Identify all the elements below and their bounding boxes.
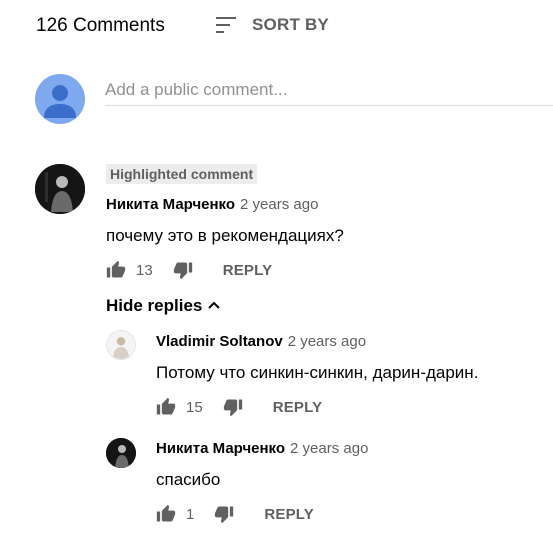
dislike-icon[interactable] bbox=[214, 504, 234, 524]
avatar[interactable] bbox=[35, 164, 85, 214]
reply-button[interactable]: REPLY bbox=[273, 399, 323, 416]
reply-meta: Vladimir Soltanov 2 years ago bbox=[156, 333, 366, 350]
reply-meta: Никита Марченко 2 years ago bbox=[156, 440, 368, 457]
dislike-icon[interactable] bbox=[173, 260, 193, 280]
reply-button[interactable]: REPLY bbox=[223, 262, 273, 279]
avatar[interactable] bbox=[106, 330, 136, 360]
comment-author[interactable]: Никита Марченко bbox=[106, 196, 235, 213]
user-silhouette-icon bbox=[44, 85, 76, 118]
reply-text: спасибо bbox=[156, 470, 221, 489]
dislike-icon[interactable] bbox=[223, 397, 243, 417]
add-comment-input[interactable] bbox=[105, 75, 553, 106]
comment-count: 126 Comments bbox=[36, 15, 165, 36]
like-icon[interactable] bbox=[156, 504, 176, 524]
reply-time[interactable]: 2 years ago bbox=[290, 440, 368, 457]
highlighted-comment-badge: Highlighted comment bbox=[106, 164, 258, 184]
hide-replies-button[interactable]: Hide replies bbox=[106, 296, 221, 316]
like-count: 15 bbox=[186, 398, 203, 416]
comment-meta: Никита Марченко 2 years ago bbox=[106, 196, 318, 213]
like-count: 13 bbox=[136, 261, 153, 279]
avatar[interactable] bbox=[106, 438, 136, 468]
chevron-up-icon bbox=[207, 299, 221, 313]
reply-button[interactable]: REPLY bbox=[264, 506, 314, 523]
sort-icon bbox=[214, 13, 238, 37]
like-count: 1 bbox=[186, 505, 195, 523]
reply-actions: 15 REPLY bbox=[156, 397, 322, 417]
sort-by-label: SORT BY bbox=[252, 15, 329, 34]
like-icon[interactable] bbox=[156, 397, 176, 417]
comment-time[interactable]: 2 years ago bbox=[240, 196, 318, 213]
avatar-photo-icon bbox=[106, 438, 136, 468]
comment-actions: 13 REPLY bbox=[106, 260, 272, 280]
like-icon[interactable] bbox=[106, 260, 126, 280]
reply-text: Потому что синкин-синкин, дарин-дарин. bbox=[156, 363, 479, 382]
reply-actions: 1 REPLY bbox=[156, 504, 314, 524]
comment-text: почему это в рекомендациях? bbox=[106, 226, 344, 245]
hide-replies-label: Hide replies bbox=[106, 296, 203, 315]
avatar-photo-icon bbox=[35, 164, 85, 214]
sort-by-button[interactable]: SORT BY bbox=[214, 13, 329, 37]
reply-author[interactable]: Никита Марченко bbox=[156, 440, 285, 457]
current-user-avatar bbox=[35, 74, 85, 124]
avatar-photo-icon bbox=[107, 331, 135, 359]
reply-time[interactable]: 2 years ago bbox=[288, 333, 366, 350]
reply-author[interactable]: Vladimir Soltanov bbox=[156, 333, 283, 350]
